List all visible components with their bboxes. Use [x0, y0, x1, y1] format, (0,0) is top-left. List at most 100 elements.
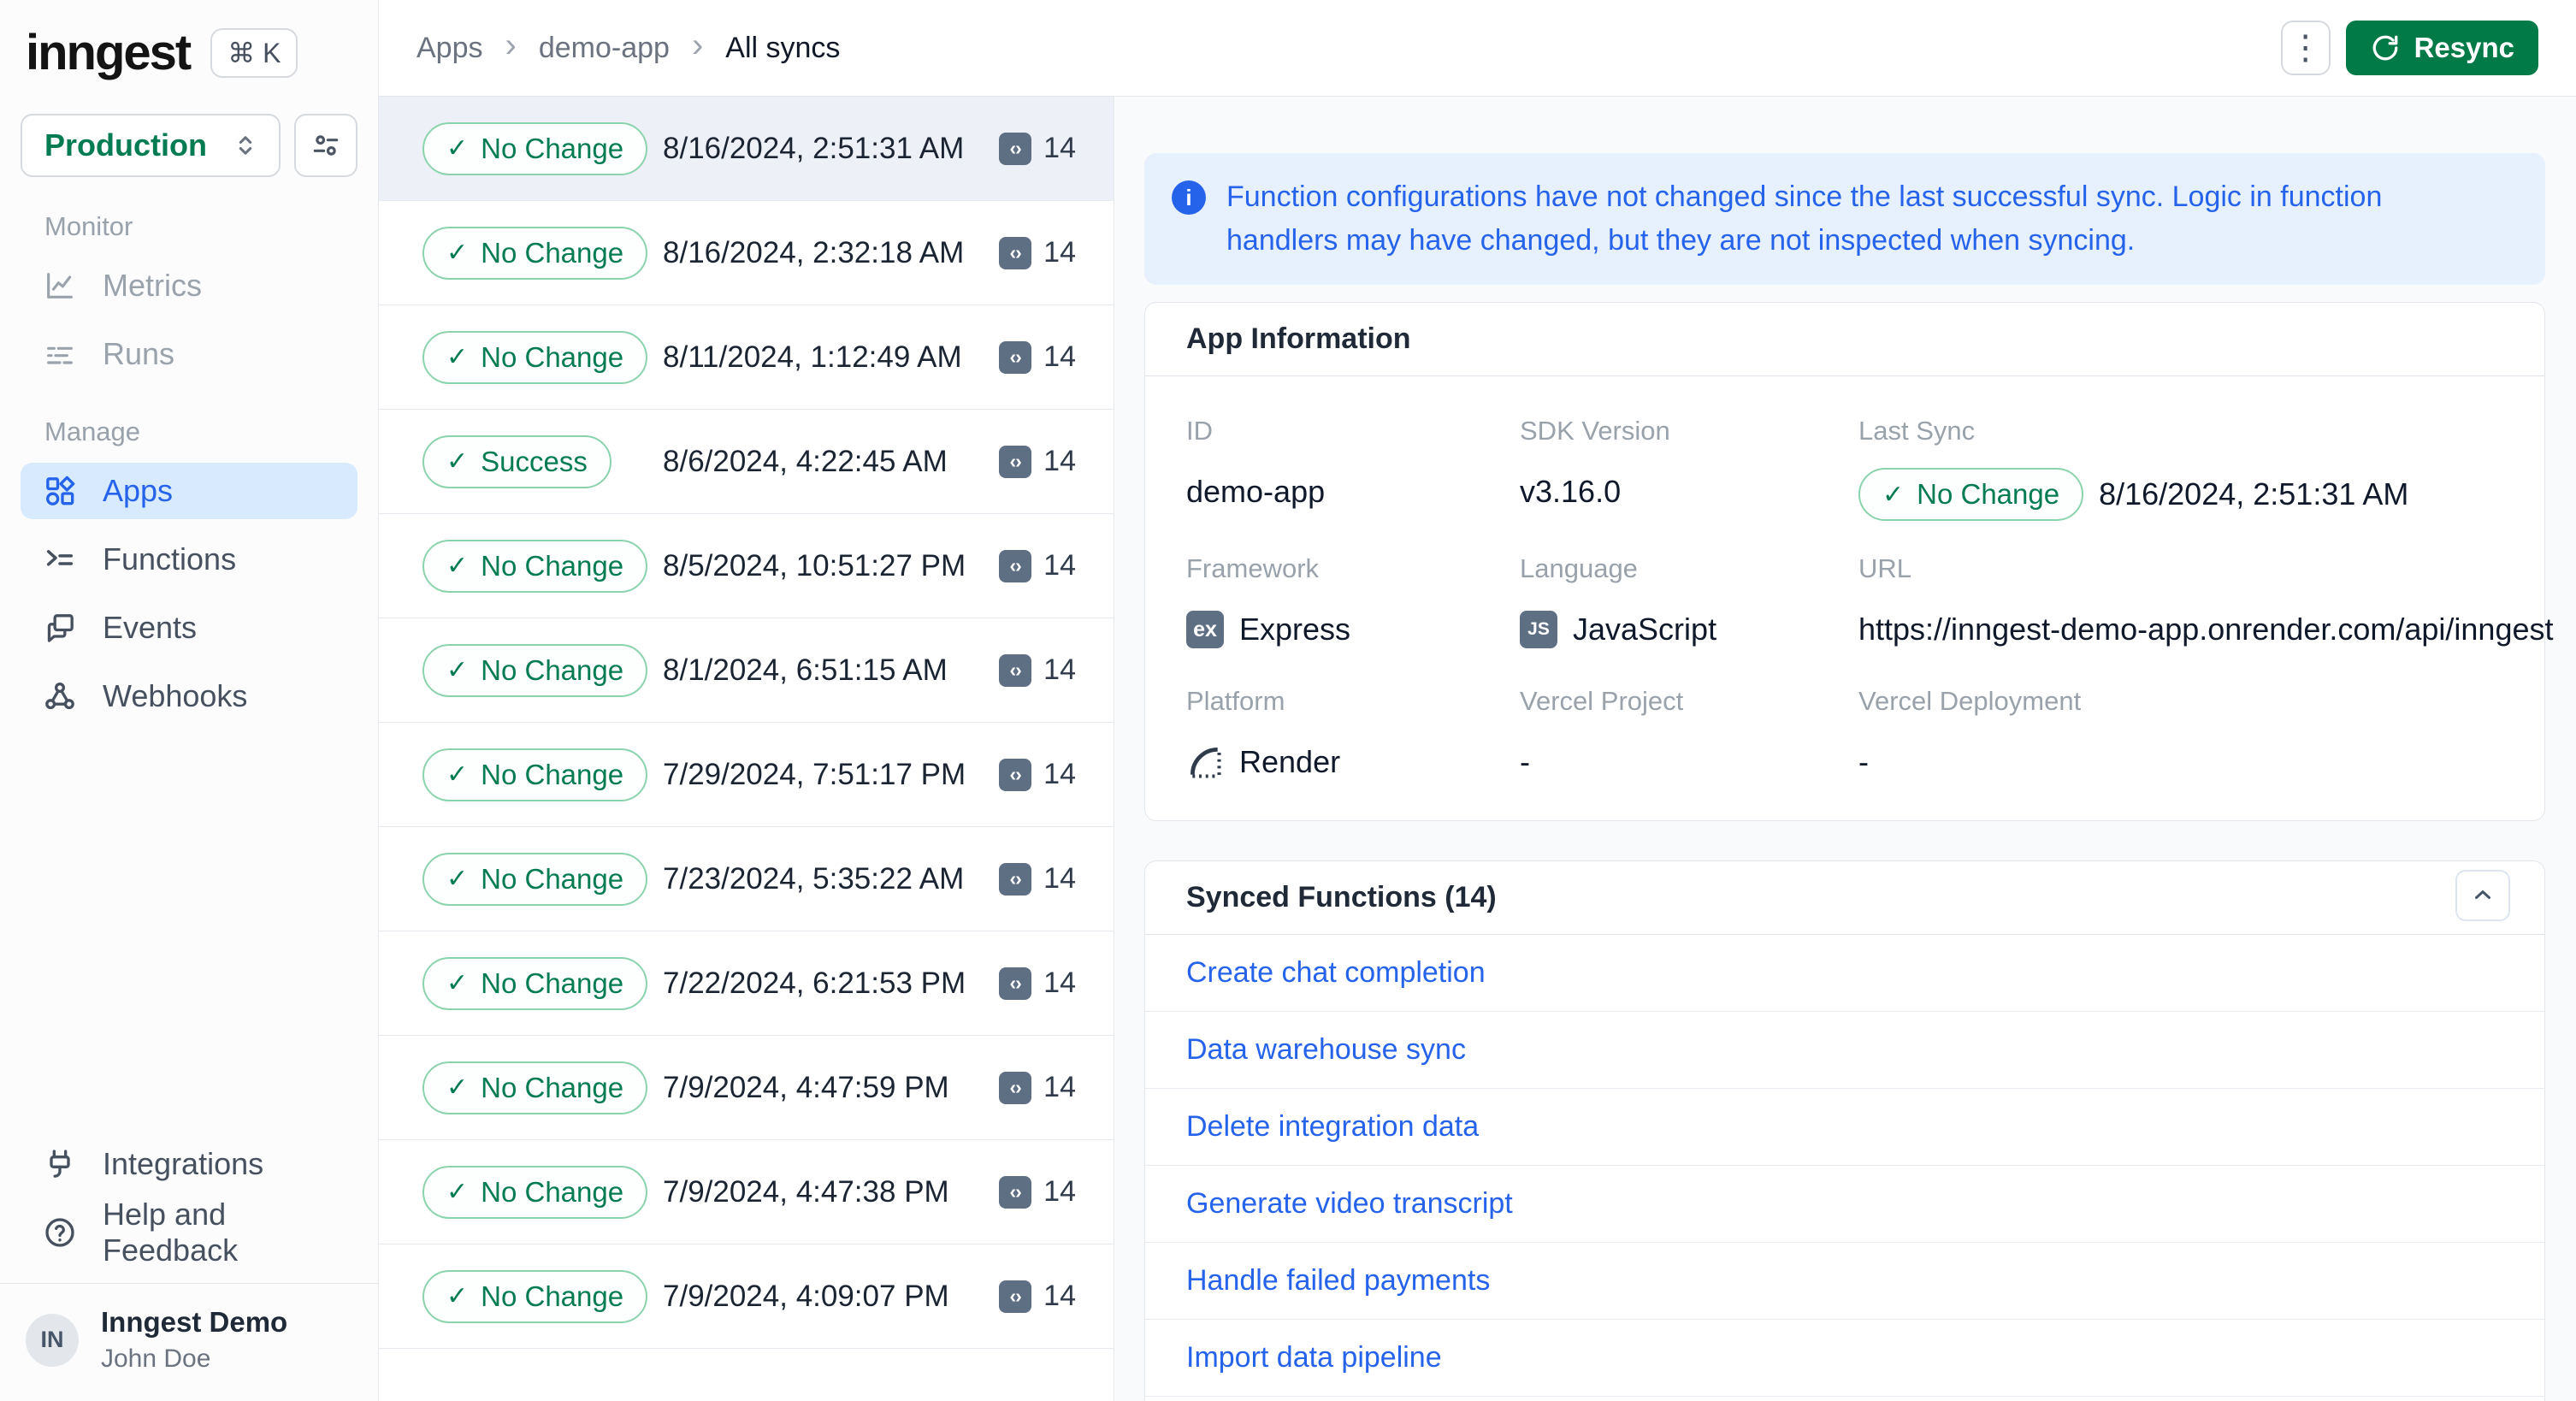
- environment-select[interactable]: Production: [21, 114, 281, 177]
- command-k-shortcut-badge: ⌘ K: [210, 27, 298, 78]
- info-icon: i: [1172, 180, 1206, 215]
- sync-status-label: No Change: [481, 1280, 624, 1312]
- sync-status-badge: ✓ No Change: [422, 643, 648, 697]
- code-brackets-icon: ‹›: [999, 340, 1032, 374]
- sync-list-item[interactable]: ✓ No Change 7/9/2024, 4:09:07 PM ‹› 14: [379, 1244, 1114, 1349]
- function-link[interactable]: Send billing receipt: [1145, 1397, 2544, 1401]
- environment-settings-button[interactable]: [294, 114, 357, 177]
- collapse-button[interactable]: [2455, 870, 2510, 921]
- sync-status-label: No Change: [481, 549, 624, 582]
- sync-status-badge: ✓ No Change: [422, 852, 648, 906]
- sync-list-item[interactable]: ✓ No Change 7/23/2024, 5:35:22 AM ‹› 14: [379, 827, 1114, 931]
- sync-function-count: ‹› 14: [999, 1071, 1076, 1104]
- sidebar-item-metrics[interactable]: Metrics: [21, 257, 357, 314]
- sync-function-count: ‹› 14: [999, 862, 1076, 896]
- sync-status-label: No Change: [481, 862, 624, 895]
- sidebar-item-label: Events: [103, 610, 198, 645]
- sidebar-item-integrations[interactable]: Integrations: [21, 1136, 357, 1192]
- field-label: Vercel Deployment: [1858, 686, 2082, 716]
- sync-list-item[interactable]: ✓ No Change 8/1/2024, 6:51:15 AM ‹› 14: [379, 618, 1114, 723]
- field-last-sync: Last Sync ✓ No Change 8/16/2024, 2:51:31…: [1858, 416, 2554, 521]
- sync-status-label: No Change: [481, 758, 624, 790]
- function-link[interactable]: Import data pipeline: [1145, 1320, 2544, 1397]
- sidebar-item-webhooks[interactable]: Webhooks: [21, 668, 357, 724]
- code-brackets-icon: ‹›: [999, 1175, 1032, 1209]
- resync-icon: [2372, 35, 2397, 61]
- field-label: Framework: [1186, 553, 1320, 583]
- sync-timestamp: 7/23/2024, 5:35:22 AM: [663, 861, 965, 896]
- function-link[interactable]: Create chat completion: [1145, 935, 2544, 1012]
- runs-list-icon: [43, 337, 77, 371]
- app-information-card: App Information ID demo-app SDK Version …: [1144, 302, 2554, 821]
- sync-timestamp: 7/22/2024, 6:21:53 PM: [663, 966, 966, 1000]
- resync-button[interactable]: Resync: [2345, 21, 2538, 75]
- synced-functions-card: Synced Functions (14) Create chat comple…: [1144, 860, 2545, 1401]
- nav-section-monitor: Monitor: [44, 211, 133, 241]
- code-brackets-icon: ‹›: [999, 1280, 1032, 1313]
- user-profile[interactable]: IN Inngest Demo John Doe: [0, 1284, 378, 1401]
- sync-function-count: ‹› 14: [999, 1175, 1076, 1209]
- field-vercel-deployment: Vercel Deployment -: [1858, 686, 2554, 786]
- sidebar-item-apps[interactable]: Apps: [21, 463, 357, 519]
- more-actions-button[interactable]: ⋮: [2280, 21, 2331, 75]
- sync-list-item[interactable]: ✓ No Change 7/22/2024, 6:21:53 PM ‹› 14: [379, 931, 1114, 1036]
- sync-list-item[interactable]: ✓ No Change 7/29/2024, 7:51:17 PM ‹› 14: [379, 723, 1114, 827]
- check-icon: ✓: [446, 239, 469, 267]
- field-label: Vercel Project: [1520, 686, 1684, 716]
- field-value: v3.16.0: [1520, 474, 1622, 509]
- code-brackets-icon: ‹›: [999, 758, 1032, 791]
- sync-count-value: 14: [1043, 445, 1076, 477]
- field-value: ✓ No Change 8/16/2024, 2:51:31 AM: [1858, 468, 2554, 521]
- last-sync-status-label: No Change: [1917, 478, 2060, 510]
- sync-list-item[interactable]: ✓ Success 8/6/2024, 4:22:45 AM ‹› 14: [379, 410, 1114, 514]
- sync-list-item[interactable]: ✓ No Change 7/9/2024, 4:47:38 PM ‹› 14: [379, 1140, 1114, 1244]
- sidebar-item-functions[interactable]: Functions: [21, 531, 357, 588]
- check-icon: ✓: [446, 343, 469, 371]
- sync-timestamp: 7/29/2024, 7:51:17 PM: [663, 757, 966, 791]
- breadcrumb-demo-app[interactable]: demo-app: [539, 32, 670, 65]
- function-link[interactable]: Generate video transcript: [1145, 1166, 2544, 1243]
- sync-timestamp: 8/5/2024, 10:51:27 PM: [663, 548, 966, 582]
- sidebar-item-events[interactable]: Events: [21, 600, 357, 656]
- field-label: URL: [1858, 553, 1912, 583]
- field-language: Language JS JavaScript: [1520, 553, 1858, 653]
- sidebar-item-label: Apps: [103, 473, 174, 508]
- functions-icon: [43, 542, 77, 576]
- function-link[interactable]: Delete integration data: [1145, 1089, 2544, 1166]
- sync-list-item[interactable]: ✓ No Change 7/9/2024, 4:47:59 PM ‹› 14: [379, 1036, 1114, 1140]
- check-icon: ✓: [446, 1073, 469, 1102]
- sidebar-item-label: Metrics: [103, 268, 202, 303]
- sync-list-item[interactable]: ✓ No Change 8/11/2024, 1:12:49 AM ‹› 14: [379, 305, 1114, 410]
- chevron-up-down-icon: [239, 136, 252, 155]
- code-brackets-icon: ‹›: [999, 445, 1032, 478]
- environment-select-value: Production: [44, 127, 207, 163]
- user-org: Inngest Demo: [101, 1306, 288, 1338]
- sync-count-value: 14: [1043, 758, 1076, 790]
- sync-list-item[interactable]: ✓ No Change 8/5/2024, 10:51:27 PM ‹› 14: [379, 514, 1114, 618]
- resync-label: Resync: [2414, 32, 2514, 63]
- sync-list-item[interactable]: ✓ No Change 8/16/2024, 2:51:31 AM ‹› 14: [379, 97, 1114, 201]
- breadcrumb-apps[interactable]: Apps: [417, 32, 483, 65]
- function-link[interactable]: Data warehouse sync: [1145, 1012, 2544, 1089]
- sync-count-value: 14: [1043, 862, 1076, 895]
- code-brackets-icon: ‹›: [999, 862, 1032, 896]
- sync-status-badge: ✓ No Change: [422, 226, 648, 280]
- sync-count-value: 14: [1043, 236, 1076, 269]
- sync-timestamp: 8/16/2024, 2:32:18 AM: [663, 235, 965, 269]
- sync-timestamp: 7/9/2024, 4:09:07 PM: [663, 1279, 949, 1313]
- sidebar-item-help[interactable]: Help and Feedback: [21, 1197, 357, 1268]
- code-brackets-icon: ‹›: [999, 132, 1032, 165]
- sync-status-badge: ✓ No Change: [422, 121, 648, 175]
- synced-functions-list: Create chat completion Data warehouse sy…: [1145, 935, 2544, 1401]
- sync-count-value: 14: [1043, 1071, 1076, 1103]
- sync-status-label: No Change: [481, 132, 624, 164]
- sync-status-badge: ✓ Success: [422, 434, 612, 488]
- sidebar-item-runs[interactable]: Runs: [21, 326, 357, 382]
- function-link[interactable]: Handle failed payments: [1145, 1243, 2544, 1320]
- field-value: -: [1858, 744, 1869, 779]
- help-circle-icon: [43, 1215, 77, 1250]
- sync-list-item[interactable]: ✓ No Change 8/16/2024, 2:32:18 AM ‹› 14: [379, 201, 1114, 305]
- code-brackets-icon: ‹›: [999, 549, 1032, 582]
- check-icon: ✓: [446, 969, 469, 997]
- sync-function-count: ‹› 14: [999, 1280, 1076, 1313]
